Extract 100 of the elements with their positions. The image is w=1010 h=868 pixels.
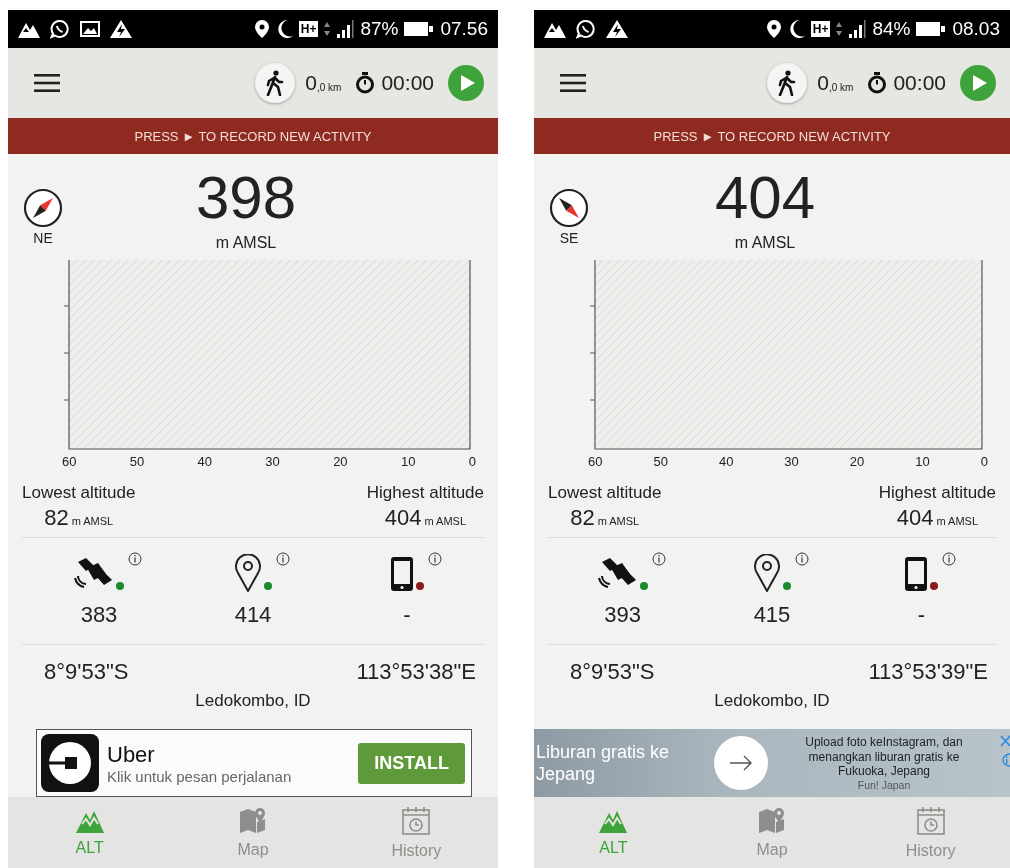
sensor-reading: 383 xyxy=(80,602,118,628)
activity-type-button[interactable] xyxy=(767,63,808,103)
calendar-clock-icon xyxy=(401,805,432,836)
highest-altitude-value: 404 xyxy=(896,505,934,531)
location-pin-icon xyxy=(753,554,781,592)
nav-tab[interactable]: Map xyxy=(203,805,303,860)
map-icon xyxy=(239,806,267,835)
axis-tick-label: 10 xyxy=(915,454,930,469)
ad-sponsor: Fun! Japan xyxy=(857,778,911,791)
highest-altitude-label: Highest altitude xyxy=(878,483,996,503)
sensor-reading: 415 xyxy=(753,602,791,628)
axis-tick-label: 60 xyxy=(62,454,77,469)
install-button[interactable]: INSTALL xyxy=(358,742,465,784)
axis-tick-label: 50 xyxy=(129,454,145,469)
record-hint-text: PRESS ► TO RECORD NEW ACTIVITY xyxy=(134,128,372,144)
bolt-mountain-icon xyxy=(110,20,132,38)
signal-icon xyxy=(336,20,355,38)
menu-icon xyxy=(560,73,586,93)
axis-tick-label: 0 xyxy=(980,454,988,469)
compass-direction: SE xyxy=(559,230,579,246)
axis-tick-label: 10 xyxy=(400,454,416,469)
sensor-reading: - xyxy=(917,602,925,628)
distance-value: 0 xyxy=(817,71,829,95)
calendar-clock-icon xyxy=(915,805,946,836)
clock-time: 08.03 xyxy=(952,18,1000,40)
axis-tick-label: 50 xyxy=(653,454,668,469)
altitude-unit: m AMSL xyxy=(597,515,640,527)
chat-icon xyxy=(576,19,596,39)
distance-unit: ,0 km xyxy=(829,81,854,93)
ad-subtitle: Klik untuk pesan perjalanan xyxy=(107,767,293,785)
timer-value: 00:00 xyxy=(893,71,946,95)
ad-banner[interactable]: Uber Klik untuk pesan perjalanan INSTALL xyxy=(36,729,472,797)
lowest-altitude-value: 82 xyxy=(570,505,595,531)
phone-icon xyxy=(390,556,414,592)
info-icon[interactable] xyxy=(428,552,442,566)
info-icon[interactable] xyxy=(942,552,957,566)
signal-icon xyxy=(848,20,867,38)
altitude-unit: m AMSL xyxy=(734,234,796,252)
longitude-value: 113°53'38"E xyxy=(356,659,476,685)
compass-icon xyxy=(549,188,589,228)
lowest-altitude-label: Lowest altitude xyxy=(22,483,136,503)
lowest-altitude-label: Lowest altitude xyxy=(548,483,662,503)
axis-tick-label: 60 xyxy=(588,454,603,469)
location-icon xyxy=(254,20,269,38)
location-icon xyxy=(766,20,781,38)
lowest-altitude-value: 82 xyxy=(44,505,69,531)
nav-tab[interactable]: History xyxy=(366,804,467,861)
battery-icon xyxy=(916,21,947,37)
longitude-value: 113°53'39"E xyxy=(868,659,988,685)
altitude-unit: m AMSL xyxy=(424,515,467,527)
sensor-reading: 414 xyxy=(234,602,272,628)
timer-value: 00:00 xyxy=(381,71,434,95)
chat-icon xyxy=(50,19,70,39)
map-icon xyxy=(758,806,786,835)
battery-icon xyxy=(404,21,435,37)
compass-icon xyxy=(23,188,63,228)
altitude-value: 404 xyxy=(714,163,816,233)
play-button[interactable] xyxy=(960,65,996,101)
play-icon xyxy=(973,75,987,91)
battery-percent: 87% xyxy=(360,18,399,40)
nav-tab[interactable]: ALT xyxy=(39,807,140,858)
ad-title: Uber xyxy=(107,741,156,768)
stopwatch-icon xyxy=(867,72,888,94)
nav-tab[interactable]: Map xyxy=(722,805,822,860)
network-type-icon: H+ xyxy=(298,21,319,37)
ad-description: Upload foto keInstagram, dan menangkan liburan gratis ke Fukuoka, Jepang xyxy=(804,735,964,779)
nav-tab[interactable]: ALT xyxy=(563,807,664,858)
activity-type-button[interactable] xyxy=(255,63,296,103)
ad-headline: Liburan gratis ke Jepang xyxy=(536,740,671,786)
latitude-value: 8°9'53"S xyxy=(570,659,655,685)
play-button[interactable] xyxy=(448,65,484,101)
latitude-value: 8°9'53"S xyxy=(44,659,129,685)
app-logo-icon xyxy=(41,734,99,792)
stopwatch-icon xyxy=(355,72,376,94)
info-icon[interactable] xyxy=(795,552,809,566)
battery-percent: 84% xyxy=(872,18,911,40)
location-pin-icon xyxy=(234,554,262,592)
data-arrows-icon xyxy=(324,21,331,37)
axis-tick-label: 20 xyxy=(333,454,348,469)
altitude-value: 398 xyxy=(195,163,297,233)
play-icon xyxy=(461,75,475,91)
altitude-unit: m AMSL xyxy=(215,234,277,252)
bolt-mountain-icon xyxy=(606,20,628,38)
menu-icon xyxy=(34,73,60,93)
highest-altitude-value: 404 xyxy=(384,505,422,531)
nav-tab[interactable]: History xyxy=(880,804,981,861)
info-icon[interactable] xyxy=(276,552,290,566)
compass-direction: NE xyxy=(33,230,53,246)
arrow-icon xyxy=(729,755,753,771)
axis-tick-label: 20 xyxy=(849,454,865,469)
distance-unit: ,0 km xyxy=(317,81,342,93)
axis-tick-label: 30 xyxy=(265,454,280,469)
info-icon[interactable] xyxy=(651,552,666,566)
info-icon[interactable] xyxy=(128,552,142,566)
axis-tick-label: 40 xyxy=(197,454,213,469)
place-name: Ledokombo, ID xyxy=(714,691,830,711)
place-name: Ledokombo, ID xyxy=(195,691,311,711)
phone-icon xyxy=(904,556,929,592)
sensor-reading: 393 xyxy=(604,602,641,628)
altitude-unit: m AMSL xyxy=(936,515,979,527)
